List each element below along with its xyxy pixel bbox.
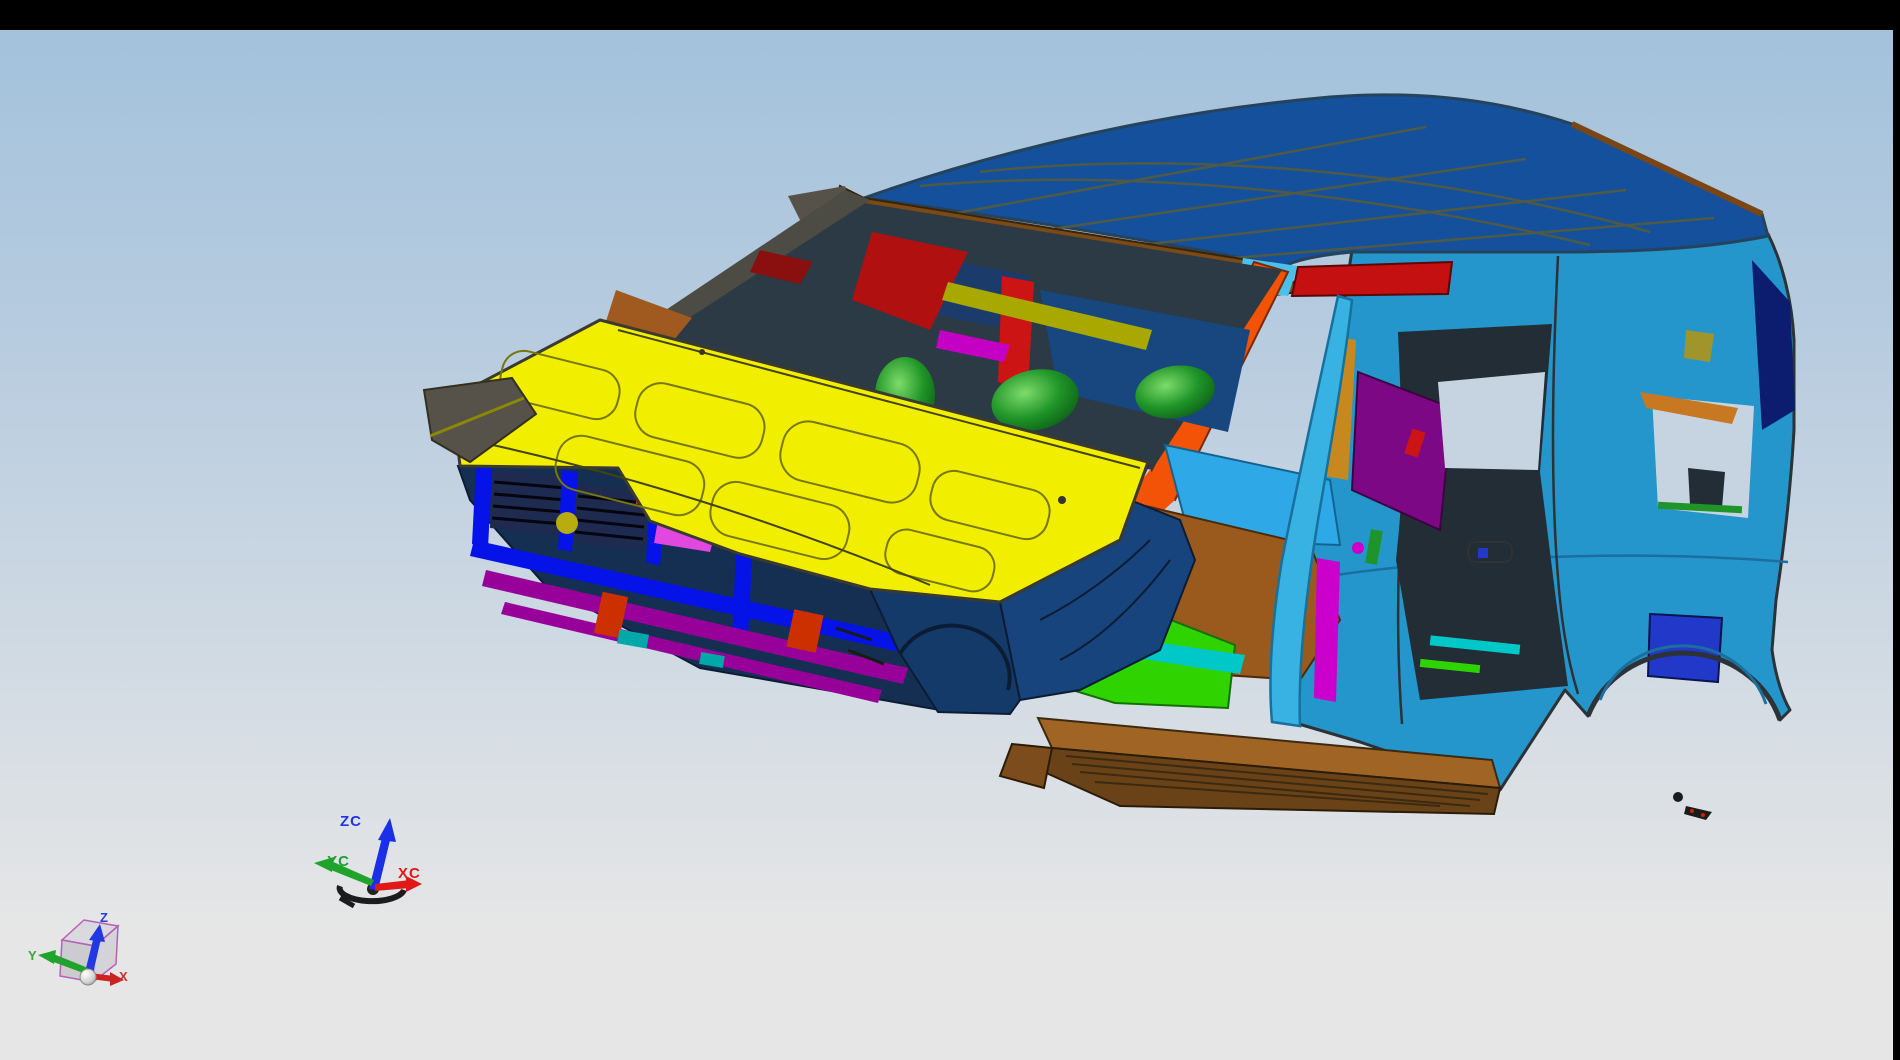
floating-parts[interactable] bbox=[1673, 792, 1712, 820]
window-top-bar bbox=[0, 0, 1900, 30]
wcs-z-arrowhead bbox=[378, 818, 396, 842]
view-x-label: X bbox=[119, 969, 128, 984]
bracket-red-dot bbox=[1701, 813, 1705, 817]
part-small-bracket[interactable] bbox=[1684, 806, 1712, 820]
part-spring-olive[interactable] bbox=[556, 512, 578, 534]
view-triad[interactable]: Z Y X bbox=[28, 910, 128, 986]
quarter-window-bracket[interactable] bbox=[1688, 468, 1725, 508]
part-body-side[interactable] bbox=[1275, 220, 1795, 790]
view-y-arrowhead bbox=[38, 950, 56, 964]
view-z-label: Z bbox=[100, 910, 108, 925]
door-handle-dot bbox=[1478, 548, 1488, 558]
window-right-bar bbox=[1893, 0, 1900, 1060]
cad-model-canvas[interactable]: ZC YC XC Z Y X bbox=[0, 0, 1900, 1060]
wcs-x-label: XC bbox=[398, 865, 421, 882]
cad-application-window: ZC YC XC Z Y X bbox=[0, 0, 1900, 1060]
window-see-through bbox=[1438, 372, 1545, 470]
wcs-y-label: YC bbox=[327, 853, 350, 870]
part-quarter-bracket-olive[interactable] bbox=[1684, 330, 1714, 362]
rocker-end-cap[interactable] bbox=[1000, 744, 1052, 788]
view-origin-sphere[interactable] bbox=[80, 969, 96, 985]
bracket-red-dot bbox=[1690, 809, 1694, 813]
part-bpillar-magenta[interactable] bbox=[1314, 558, 1340, 702]
door-handle-recess[interactable] bbox=[1468, 542, 1512, 562]
part-small-grommet[interactable] bbox=[1673, 792, 1683, 802]
wcs-triad[interactable]: ZC YC XC bbox=[314, 813, 422, 906]
wcs-z-label: ZC bbox=[340, 813, 362, 830]
view-y-label: Y bbox=[28, 948, 37, 963]
part-cant-rail-red[interactable] bbox=[1292, 262, 1452, 296]
magenta-grommet bbox=[1352, 542, 1364, 554]
